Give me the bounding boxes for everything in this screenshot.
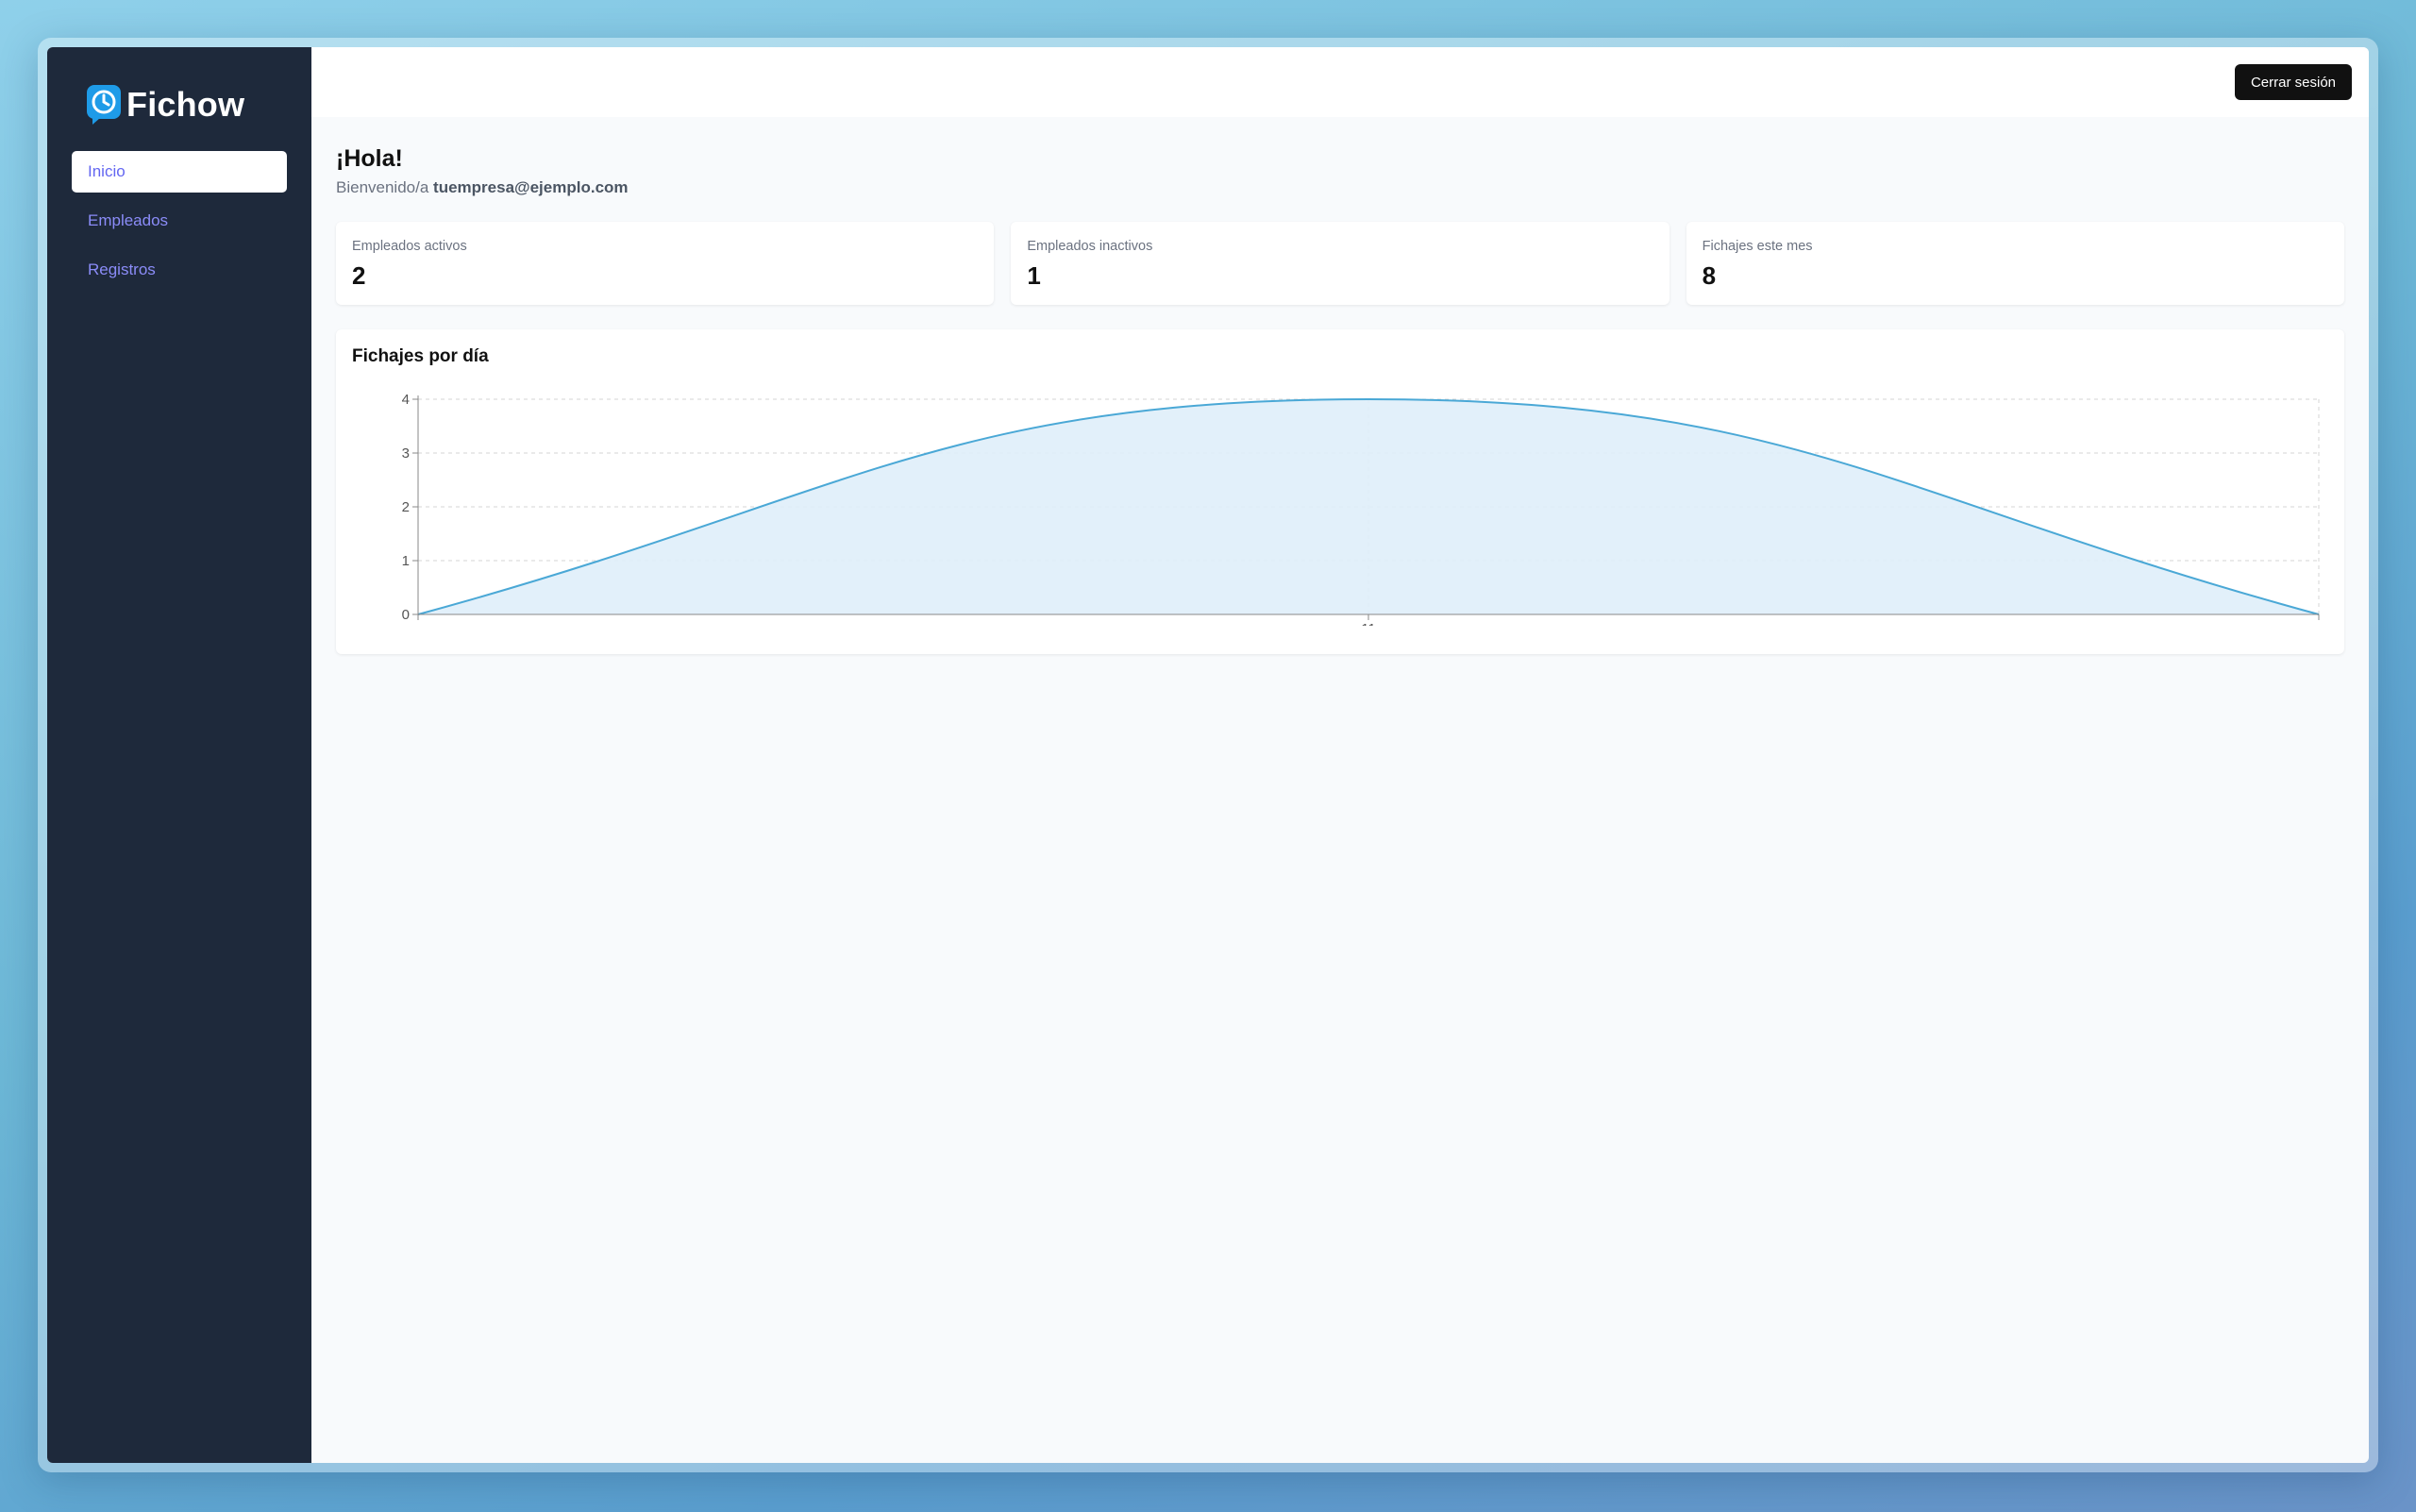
- y-tick-label: 1: [402, 553, 410, 569]
- chart-title: Fichajes por día: [352, 346, 489, 366]
- y-tick-label: 2: [402, 499, 410, 515]
- y-tick-label: 0: [402, 607, 410, 623]
- welcome-text: Bienvenido/a tuempresa@ejemplo.com: [336, 178, 2344, 197]
- sidebar-item-inicio[interactable]: Inicio: [72, 151, 287, 193]
- dashboard-content: ¡Hola! Bienvenido/a tuempresa@ejemplo.co…: [311, 117, 2369, 654]
- stat-label: Empleados activos: [352, 239, 467, 254]
- stats-row: Empleados activos 2 Empleados inactivos …: [336, 222, 2344, 305]
- area-chart: 0 1 2 3 4 11: [402, 392, 2320, 637]
- stat-value: 1: [1027, 261, 1041, 290]
- sidebar-item-empleados[interactable]: Empleados: [72, 200, 287, 242]
- x-tick-label: 11: [1361, 621, 1376, 626]
- app-name: Fichow: [126, 85, 245, 124]
- main-area: Cerrar sesión ¡Hola! Bienvenido/a tuempr…: [311, 47, 2369, 1463]
- clock-logo-icon: [87, 85, 121, 125]
- stat-label: Fichajes este mes: [1702, 239, 1813, 254]
- stat-card-inactive: Empleados inactivos 1: [1011, 222, 1669, 305]
- logout-button[interactable]: Cerrar sesión: [2234, 64, 2352, 100]
- app-logo[interactable]: Fichow: [85, 83, 287, 126]
- welcome-prefix: Bienvenido/a: [336, 178, 429, 196]
- sidebar-nav: Inicio Empleados Registros: [72, 151, 287, 291]
- y-tick-label: 3: [402, 445, 410, 462]
- y-tick-label: 4: [402, 392, 410, 408]
- page-title: ¡Hola!: [336, 145, 403, 172]
- stat-card-month: Fichajes este mes 8: [1686, 222, 2344, 305]
- user-email: tuempresa@ejemplo.com: [433, 178, 629, 196]
- top-bar: Cerrar sesión: [311, 47, 2369, 117]
- app-window: Fichow Inicio Empleados Registros Cerrar…: [47, 47, 2369, 1463]
- stat-value: 8: [1702, 261, 1717, 290]
- chart-card: Fichajes por día 0 1 2 3 4 11: [336, 329, 2344, 654]
- stat-card-active: Empleados activos 2: [336, 222, 995, 305]
- stat-value: 2: [352, 261, 366, 290]
- sidebar-item-registros[interactable]: Registros: [72, 249, 287, 291]
- stat-label: Empleados inactivos: [1027, 239, 1153, 254]
- sidebar: Fichow Inicio Empleados Registros: [47, 47, 311, 1463]
- area-fill: [418, 399, 2319, 614]
